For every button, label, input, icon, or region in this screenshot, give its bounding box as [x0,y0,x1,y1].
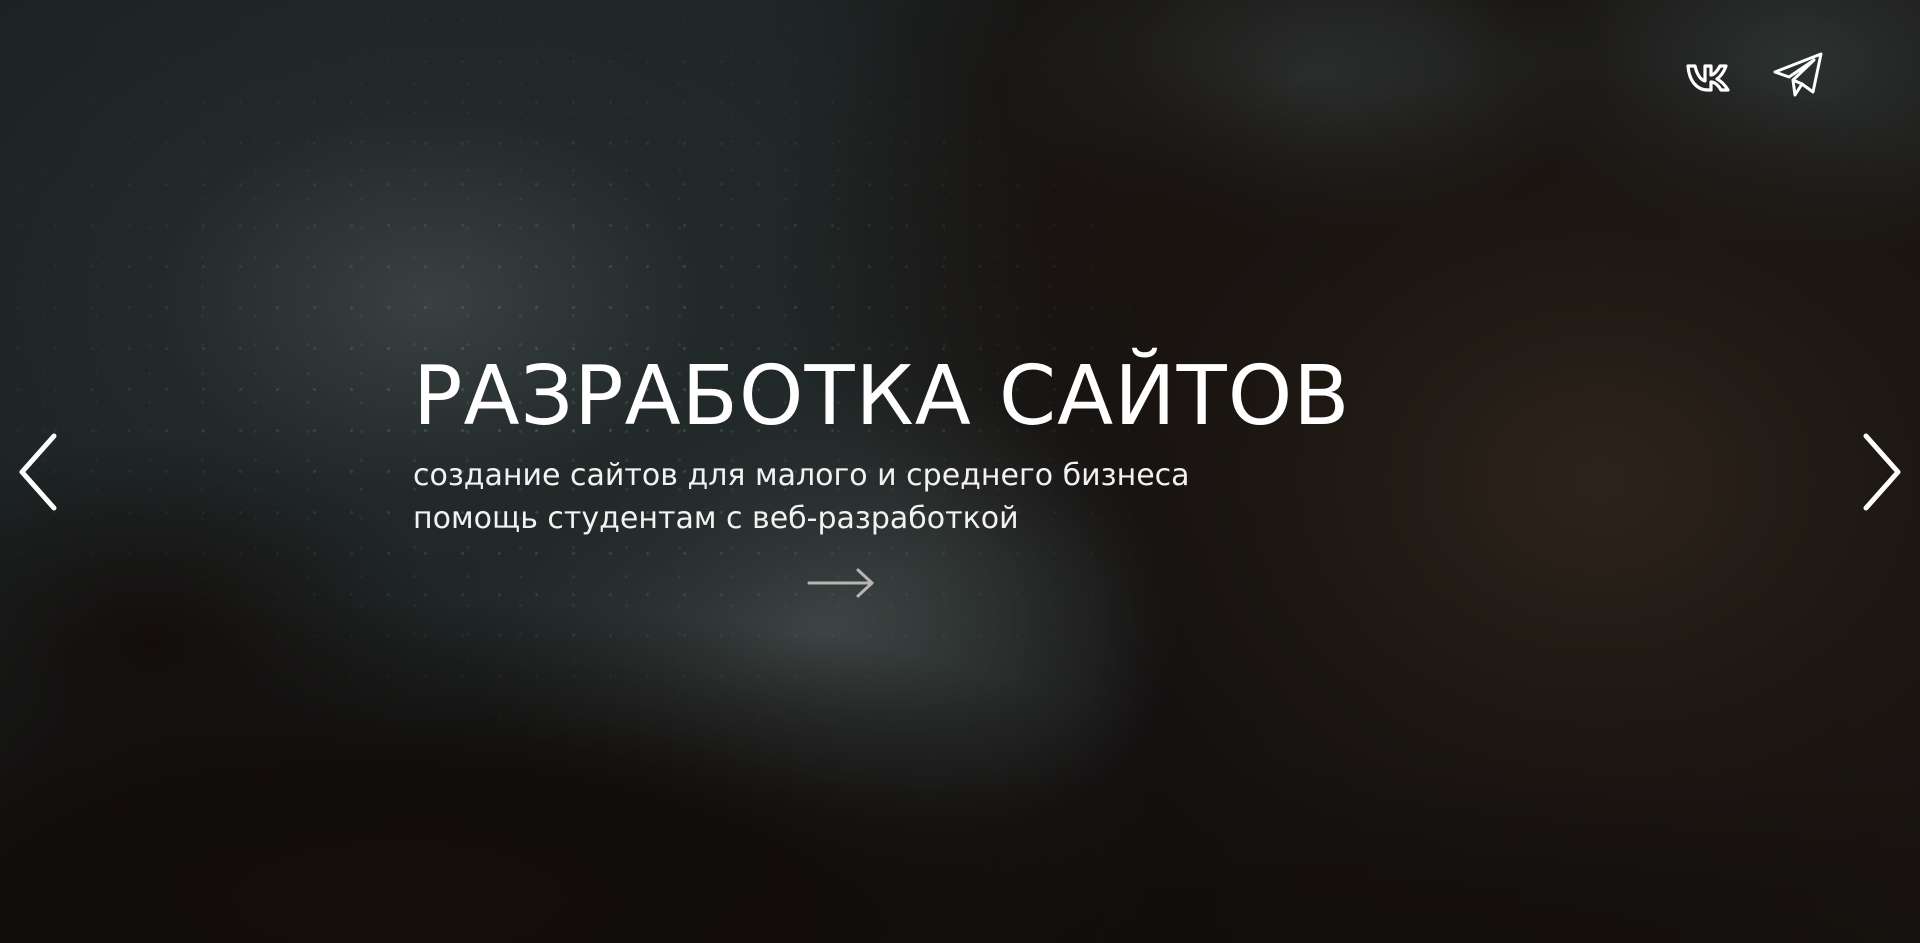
telegram-link[interactable] [1771,48,1825,102]
social-links [1683,48,1825,102]
arrow-right-icon [806,562,876,604]
prev-slide-button[interactable] [14,430,62,514]
next-slide-button[interactable] [1858,430,1906,514]
chevron-right-icon [1858,430,1906,514]
telegram-icon [1771,48,1825,102]
chevron-left-icon [14,430,62,514]
hero-subtitle: создание сайтов для малого и среднего би… [413,454,1563,540]
hero-title: РАЗРАБОТКА САЙТОВ [413,349,1351,444]
hero-content: РАЗРАБОТКА САЙТОВ создание сайтов для ма… [413,348,1563,540]
proceed-button[interactable] [806,562,876,604]
hero-subtitle-line-2: помощь студентам с веб-разработкой [413,501,1019,536]
hero-slider: РАЗРАБОТКА САЙТОВ создание сайтов для ма… [0,0,1920,943]
vk-link[interactable] [1683,48,1737,102]
hero-subtitle-line-1: создание сайтов для малого и среднего би… [413,458,1190,493]
vk-icon [1683,48,1737,102]
